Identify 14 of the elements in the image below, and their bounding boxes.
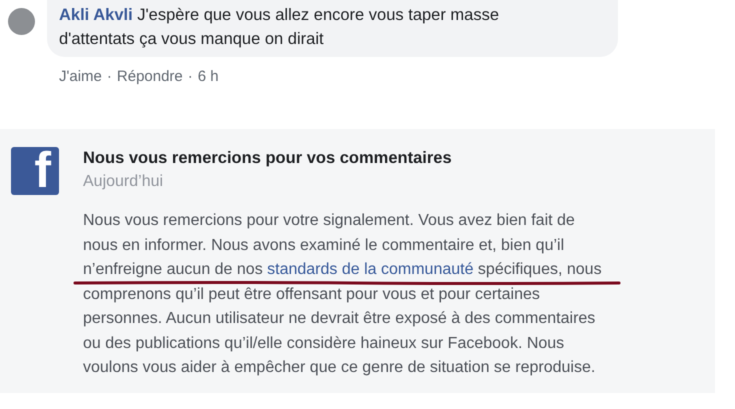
separator-dot: · [106,68,112,85]
author-name[interactable]: Akli Akvli [59,6,133,24]
facebook-logo: f [11,147,59,195]
notice-date: Aujourd’hui [83,173,164,191]
notice-body: comprenons qu’il peut être offensant pour vous et pour certaines personnes. Aucun utilisateur ne devrait être exposé à des commentaires ou des publications qu’il/elle considère haineux sur Facebook. Nous voulons vous aider à empêcher que ce genre de situation se reproduise. [83,284,596,378]
avatar [8,8,35,35]
timestamp: 6 h [198,68,219,85]
action-link[interactable]: J'aime [59,68,102,85]
comment-text: J'espère que vous allez encore vous taper masse [137,6,500,24]
action-link[interactable]: Répondre [116,68,183,85]
comment-text: d'attentats ça vous manque on dirait [59,30,324,48]
standards-link[interactable]: standards de la communauté [267,261,474,278]
separator-dot: · [188,68,193,85]
notice-title: Nous vous remercions pour vos commentaires [83,149,453,168]
